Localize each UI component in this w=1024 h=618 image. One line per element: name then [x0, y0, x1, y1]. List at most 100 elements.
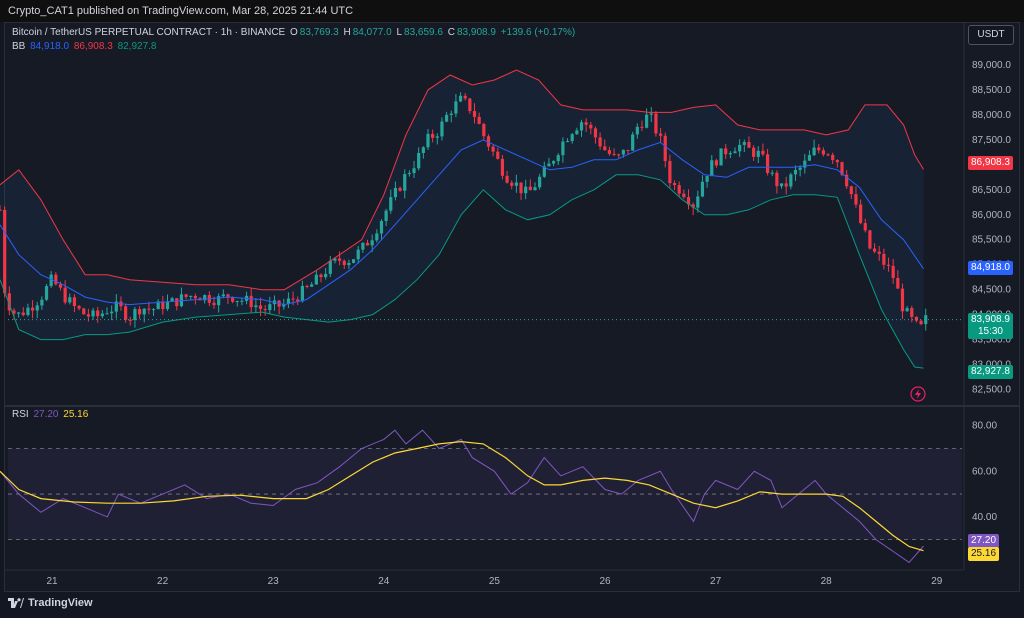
time-tick-label: 28: [821, 576, 833, 587]
candle-body: [524, 186, 528, 194]
bb-legend[interactable]: BB 84,918.0 86,908.3 82,927.8: [12, 41, 159, 52]
candle-body: [556, 155, 560, 162]
candle-body: [365, 242, 370, 246]
candle-body: [263, 309, 267, 311]
candle-body: [44, 286, 49, 300]
candle-body: [328, 260, 332, 274]
candle-body: [668, 161, 672, 184]
brand-label: TradingView: [28, 597, 93, 609]
time-tick-label: 23: [268, 576, 280, 587]
high-label: H: [343, 27, 351, 38]
candle-body: [593, 128, 598, 138]
time-tick-label: 21: [46, 576, 58, 587]
candle-body: [645, 114, 649, 128]
candle-body: [189, 295, 193, 297]
candle-body: [775, 172, 779, 187]
candle-body: [375, 233, 379, 241]
candle-body: [128, 319, 132, 321]
candle-body: [421, 147, 425, 153]
rsi-tick-label: 80.00: [972, 421, 997, 432]
candle-body: [742, 142, 746, 145]
candle-body: [393, 187, 398, 198]
lower-band-tag: 82,927.8: [968, 365, 1013, 379]
price-tick-label: 86,500.0: [972, 185, 1011, 196]
candle-body: [872, 248, 877, 252]
candle-body: [607, 150, 612, 154]
candle-body: [575, 130, 579, 135]
candle-body: [133, 309, 137, 321]
rsi-ma-value: 25.16: [63, 409, 89, 420]
candle-body: [700, 181, 705, 197]
candle-body: [761, 150, 765, 155]
close-label: C: [447, 27, 455, 38]
bb-label: BB: [12, 41, 26, 52]
change-value: +139.6 (+0.17%): [500, 27, 576, 38]
tradingview-brand[interactable]: TradingView: [8, 597, 93, 609]
candle-body: [710, 160, 714, 177]
time-tick-label: 25: [489, 576, 501, 587]
price-tick-label: 87,500.0: [972, 135, 1011, 146]
candle-body: [663, 135, 667, 162]
chart-canvas[interactable]: 82,500.083,000.083,500.084,000.084,500.0…: [0, 22, 1024, 592]
candle-body: [54, 274, 58, 285]
candle-body: [86, 314, 91, 317]
candle-body: [444, 114, 449, 122]
candle-body: [561, 141, 565, 156]
candle-body: [496, 151, 500, 159]
candle-body: [621, 149, 625, 155]
symbol-title[interactable]: Bitcoin / TetherUS PERPETUAL CONTRACT · …: [12, 27, 285, 38]
publish-bar: Crypto_CAT1 published on TradingView.com…: [0, 0, 1024, 22]
candle-body: [361, 242, 365, 250]
candle-body: [789, 174, 793, 187]
candle-body: [533, 187, 537, 191]
candle-body: [440, 121, 444, 137]
candle-body: [258, 305, 263, 310]
candle-body: [435, 136, 439, 138]
open-label: O: [290, 27, 298, 38]
rsi-value: 27.20: [33, 409, 59, 420]
candle-body: [412, 168, 416, 174]
candle-body: [477, 116, 481, 124]
candle-body: [491, 146, 495, 152]
candle-body: [905, 308, 909, 312]
candle-body: [26, 307, 30, 316]
candle-body: [705, 176, 709, 182]
candle-body: [319, 274, 323, 278]
rsi-ma-tag: 25.16: [968, 547, 1000, 561]
rsi-tag: 27.20: [968, 534, 1000, 548]
candle-body: [505, 175, 509, 183]
bollinger-band-fill: [0, 70, 924, 369]
rsi-legend[interactable]: RSI 27.20 25.16: [12, 409, 90, 420]
candle-body: [756, 150, 760, 157]
time-tick-label: 24: [378, 576, 390, 587]
candle-body: [96, 310, 100, 317]
candle-body: [514, 182, 518, 186]
candle-body: [300, 285, 304, 302]
candle-body: [868, 230, 872, 249]
candle-body: [807, 155, 812, 161]
candle-body: [779, 183, 784, 187]
low-value: 83,659.6: [404, 27, 443, 38]
candle-body: [193, 295, 197, 299]
candle-body: [175, 298, 179, 307]
candle-body: [654, 113, 658, 134]
candle-body: [310, 284, 314, 287]
candle-body: [570, 134, 574, 142]
alert-flash-icon: [915, 389, 921, 399]
candle-body: [579, 122, 584, 131]
rsi-label: RSI: [12, 409, 29, 420]
candle-body: [384, 210, 388, 221]
candle-body: [426, 133, 430, 148]
candle-body: [677, 185, 681, 194]
bb-lower-value: 82,927.8: [117, 41, 157, 52]
candle-body: [454, 101, 458, 114]
price-tick-label: 85,500.0: [972, 235, 1011, 246]
rsi-tick-label: 60.00: [972, 466, 997, 477]
price-tag: 83,908.9 15:30: [968, 313, 1013, 339]
candle-body: [221, 294, 225, 297]
candle-body: [584, 122, 588, 125]
candle-body: [21, 312, 25, 316]
currency-button[interactable]: USDT: [968, 25, 1014, 45]
candle-body: [738, 144, 742, 152]
candle-body: [658, 133, 663, 136]
